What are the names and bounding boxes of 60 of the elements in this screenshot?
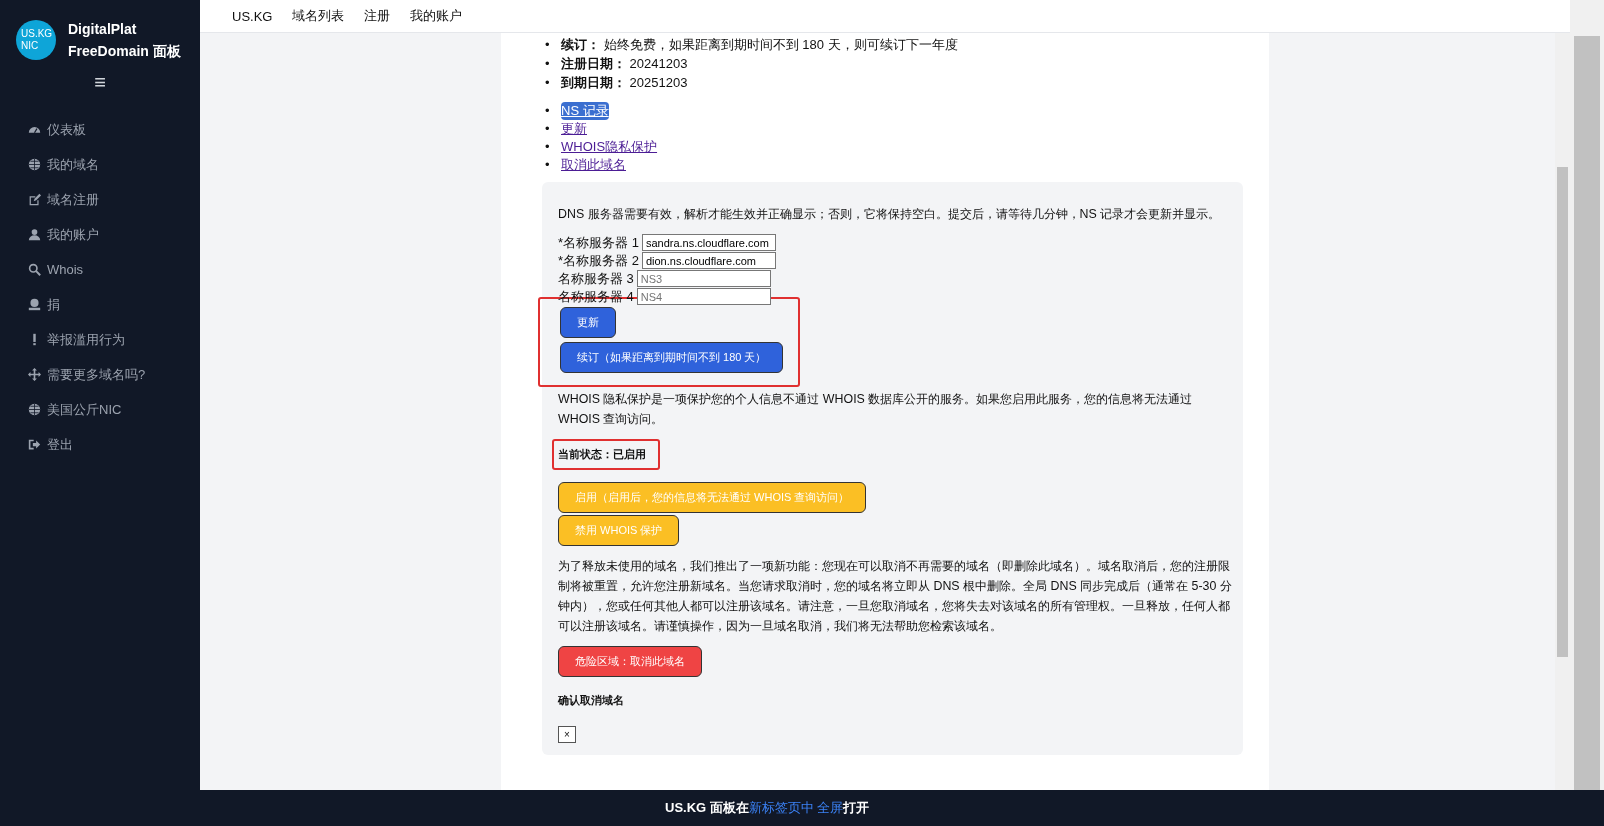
footer-link[interactable]: 全屏 xyxy=(817,799,844,817)
sidebar-item[interactable]: 美国公斤NIC xyxy=(28,392,200,427)
input-field[interactable]: dion.ns.cloudflare.com xyxy=(641,252,776,269)
field-label: *名称服务器 1 xyxy=(558,234,639,251)
renew-button[interactable]: 续订（如果距离到期时间不到 180 天） xyxy=(560,342,784,373)
input-field[interactable]: NS4 xyxy=(636,288,771,305)
nav-link[interactable]: 域名列表 xyxy=(292,7,345,25)
nav-link[interactable]: 注册 xyxy=(364,7,391,25)
close-button[interactable]: × xyxy=(558,726,576,743)
status-label: 当前状态：已启用 xyxy=(552,439,660,470)
logo: US.KG NIC xyxy=(16,20,56,60)
bullet: • xyxy=(545,157,551,173)
sidebar-item[interactable]: 登出 xyxy=(28,427,200,462)
footer-text: 打开 xyxy=(843,799,870,817)
bullet: • xyxy=(545,36,551,53)
bullet: • xyxy=(545,74,551,91)
dns-note: DNS 服务器需要有效，解析才能生效并正确显示；否则，它将保持空白。提交后，请等待几分钟，NS 记录才会更新并显示。 xyxy=(558,206,1222,223)
sidebar-item[interactable]: 我的账户 xyxy=(28,217,200,252)
bullet: • xyxy=(545,55,551,72)
link[interactable]: NS 记录 xyxy=(561,102,609,120)
update-button[interactable]: 更新 xyxy=(560,307,616,338)
bullet: • xyxy=(545,103,551,119)
sidebar-item[interactable]: 仪表板 xyxy=(28,112,200,147)
input-field[interactable]: NS3 xyxy=(636,270,771,287)
nav-link[interactable]: 我的账户 xyxy=(410,7,463,25)
nav-link[interactable]: US.KG xyxy=(232,8,273,24)
detail-item: 注册日期： 20241203 xyxy=(561,55,688,73)
field-label: 名称服务器 3 xyxy=(558,270,634,287)
sidebar-item[interactable]: 我的域名 xyxy=(28,147,200,182)
user-icon xyxy=(28,228,41,241)
sidebar-item[interactable]: 需要更多域名吗? xyxy=(28,357,200,392)
sidebar-item[interactable]: 举报滥用行为 xyxy=(28,322,200,357)
globe-icon xyxy=(28,158,41,171)
move-icon xyxy=(28,368,41,381)
link[interactable]: 更新 xyxy=(561,120,587,138)
edit-icon xyxy=(28,193,41,206)
sidebar-item[interactable]: 捐 xyxy=(28,287,200,322)
link[interactable]: 取消此域名 xyxy=(561,156,626,174)
logout-icon xyxy=(28,438,41,451)
scrollbar[interactable] xyxy=(1555,33,1570,790)
danger-button[interactable]: 危险区域：取消此域名 xyxy=(558,646,702,677)
cancel-note: 为了释放未使用的域名，我们推出了一项新功能：您现在可以取消不再需要的域名（即删除此域名）。域名取消后，您的注册限制将被重置，允许您注册新域名。当您请求取消时，您的域名将立即从 DNS 根中删除。全局 DNS 同步完成后（通常在 5-30 分钟内），您或任何其他人都可以注册该域名。请注意，一旦您取消域名，您将失去对该域名的所有管理权。一旦释放，任何人都可以注册该域名。请谨慎操作，因为一旦域名取消，我们将无法帮助您检索该域名。 xyxy=(558,558,1233,635)
search-icon xyxy=(28,263,41,276)
bullet: • xyxy=(545,121,551,137)
detail-item: 续订： 始终免费，如果距离到期时间不到 180 天，则可续订下一年度 xyxy=(561,36,958,54)
input-field[interactable]: sandra.ns.cloudflare.com xyxy=(641,234,776,251)
whois-note: WHOIS 隐私保护是一项保护您的个人信息不通过 WHOIS 数据库公开的服务。如果您启用此服务，您的信息将无法通过 WHOIS 查询访问。 xyxy=(558,391,1194,428)
link[interactable]: WHOIS隐私保护 xyxy=(561,138,658,156)
footer-link[interactable]: 新标签页中 xyxy=(748,799,814,817)
detail-item: 到期日期： 20251203 xyxy=(561,74,688,92)
donate-icon xyxy=(28,298,41,311)
app-title: DigitalPlat FreeDomain 面板 xyxy=(68,20,182,61)
confirm-title: 确认取消域名 xyxy=(558,693,625,708)
sidebar-item[interactable]: Whois xyxy=(28,252,200,287)
bullet: • xyxy=(545,139,551,155)
sidebar-item[interactable]: 域名注册 xyxy=(28,182,200,217)
globe-icon xyxy=(28,403,41,416)
field-label: *名称服务器 2 xyxy=(558,252,639,269)
scrollbar[interactable] xyxy=(1570,0,1604,790)
footer-text: US.KG 面板在 xyxy=(665,799,749,817)
